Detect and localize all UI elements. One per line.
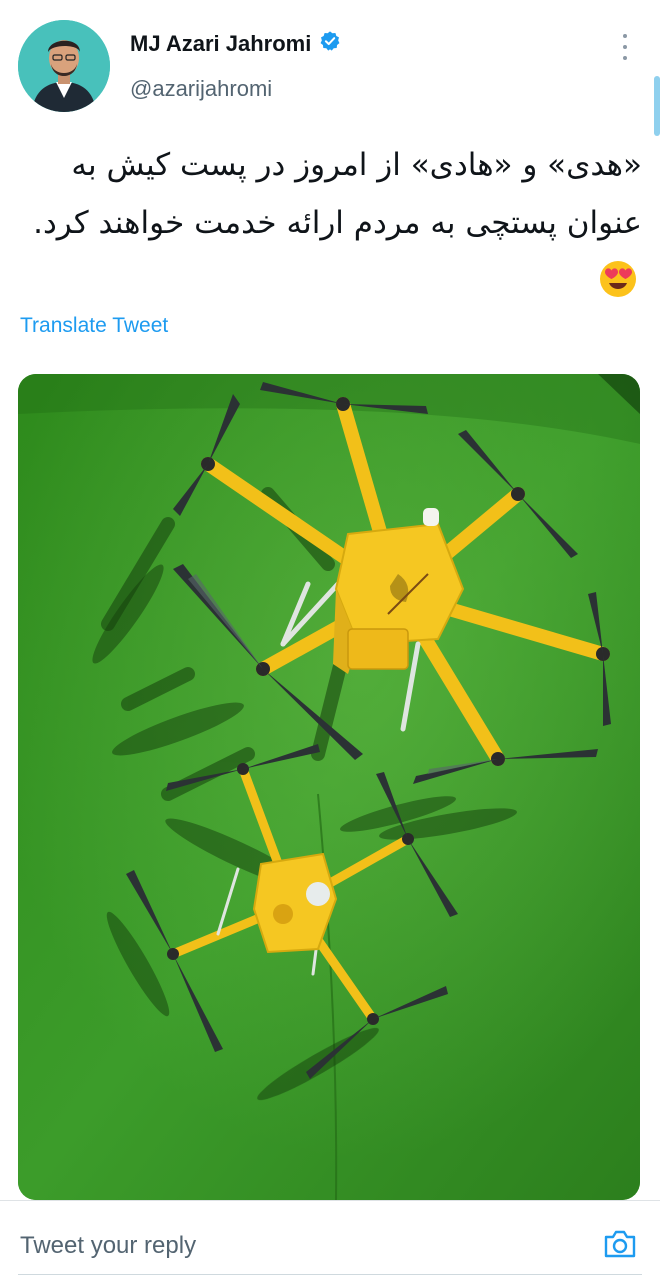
menu-dot xyxy=(623,56,627,60)
author-name-row[interactable]: MJ Azari Jahromi xyxy=(130,30,341,58)
scrollbar[interactable] xyxy=(654,76,660,136)
tweet-body: «هدی» و «هادی» از امروز در پست کیش به عن… xyxy=(33,147,642,241)
author-handle[interactable]: @azarijahromi xyxy=(130,76,272,102)
tweet-image-drones[interactable] xyxy=(18,374,640,1200)
menu-dot xyxy=(623,34,627,38)
more-options-icon[interactable] xyxy=(610,34,640,60)
author-name[interactable]: MJ Azari Jahromi xyxy=(130,31,311,57)
reply-input[interactable] xyxy=(20,1226,560,1266)
divider xyxy=(0,1200,660,1201)
verified-badge-icon xyxy=(319,30,341,58)
camera-icon[interactable] xyxy=(600,1224,640,1264)
tweet-text: «هدی» و «هادی» از امروز در پست کیش به عن… xyxy=(18,136,642,318)
menu-dot xyxy=(623,45,627,49)
avatar[interactable] xyxy=(18,20,110,112)
reply-underline xyxy=(18,1274,642,1275)
avatar-portrait xyxy=(18,20,110,112)
heart-eyes-emoji-icon xyxy=(598,259,638,318)
translate-tweet-link[interactable]: Translate Tweet xyxy=(20,314,168,338)
